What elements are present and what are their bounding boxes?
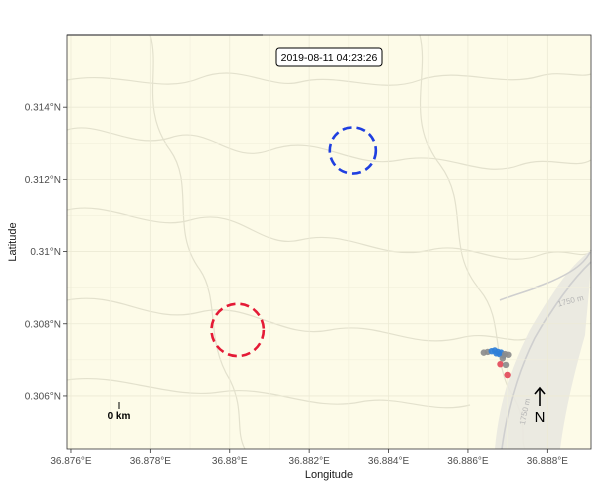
location-point	[497, 360, 504, 368]
x-tick-label: 36.878°E	[130, 456, 172, 467]
map-figure: 1750 m1750 m 0.306°N0.308°N0.31°N0.312°N…	[7, 34, 592, 481]
x-tick-label: 36.88°E	[212, 456, 248, 467]
y-tick-label: 0.312°N	[25, 175, 61, 186]
location-point	[504, 371, 511, 379]
scale-bar-label: 0 km	[108, 411, 131, 422]
y-axis: 0.306°N 0.308°N 0.31°N 0.312°N 0.314°N	[25, 103, 67, 402]
x-tick-label: 36.888°E	[527, 456, 569, 467]
timestamp-text: 2019-08-11 04:23:26	[281, 52, 378, 64]
location-point	[502, 361, 510, 369]
y-tick-label: 0.31°N	[30, 247, 61, 258]
north-arrow-label: N	[535, 409, 546, 426]
y-tick-label: 0.308°N	[25, 319, 61, 330]
x-axis: 36.876°E 36.878°E 36.88°E 36.882°E 36.884°E 3…	[50, 449, 568, 467]
location-point	[499, 355, 507, 362]
x-tick-label: 36.882°E	[289, 456, 331, 467]
x-axis-title: Longitude	[305, 469, 353, 481]
y-tick-label: 0.306°N	[25, 391, 61, 402]
x-tick-label: 36.884°E	[368, 456, 410, 467]
y-axis-title: Latitude	[7, 222, 19, 261]
y-tick-label: 0.314°N	[25, 103, 61, 114]
x-tick-label: 36.886°E	[447, 456, 489, 467]
timestamp-label-box: 2019-08-11 04:23:26	[275, 47, 383, 67]
location-point	[505, 351, 512, 358]
x-tick-label: 36.876°E	[50, 456, 92, 467]
